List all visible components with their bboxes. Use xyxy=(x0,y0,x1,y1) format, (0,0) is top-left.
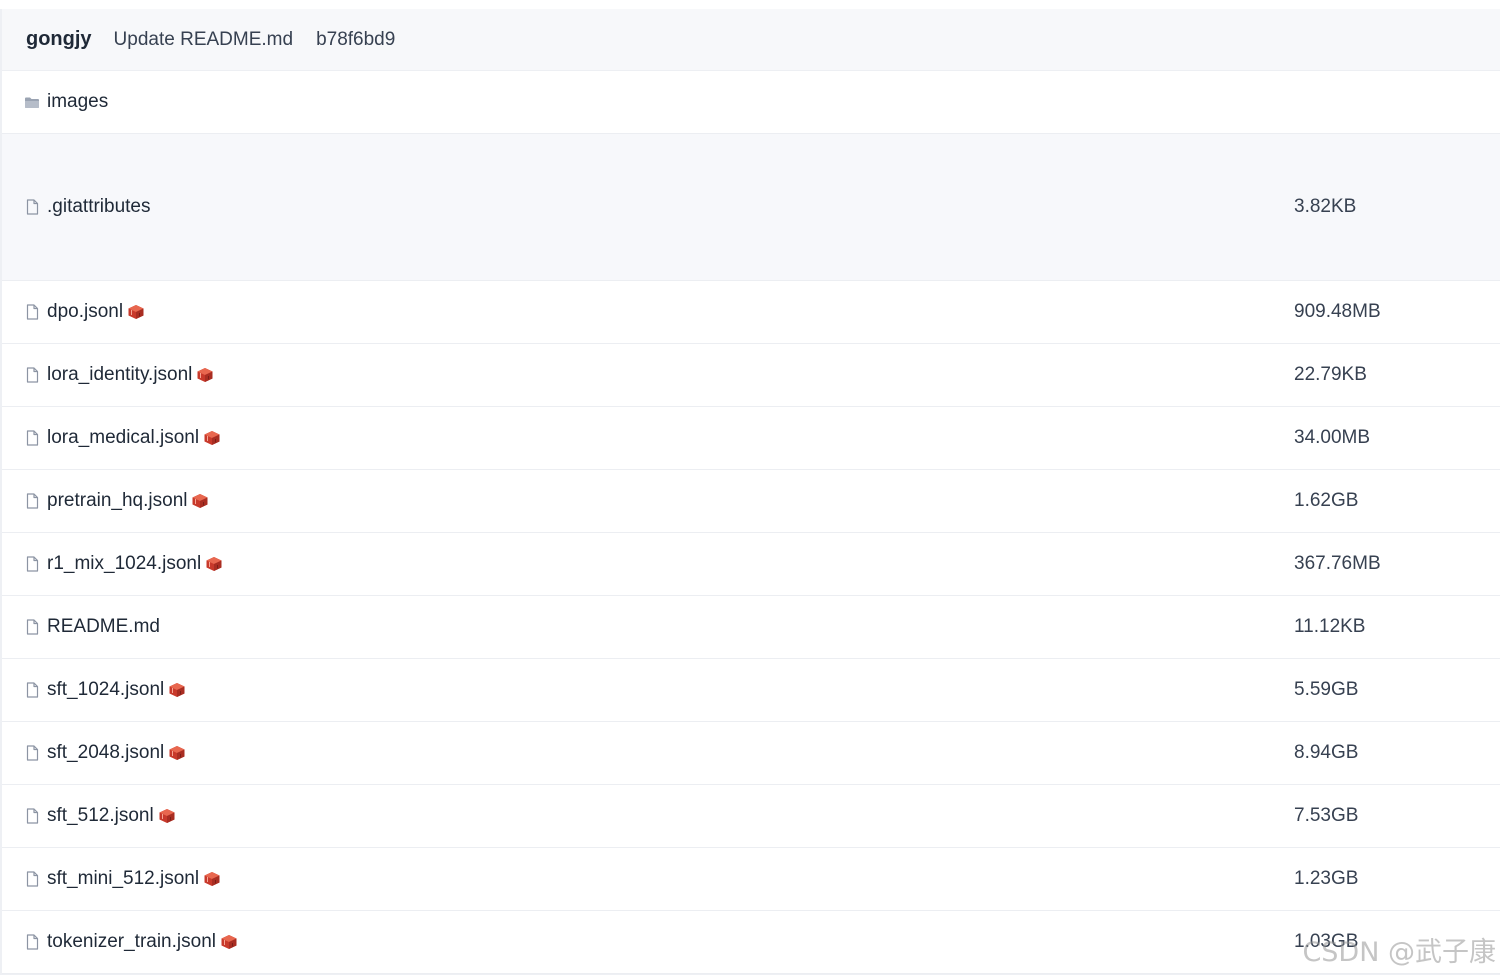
file-name: lora_medical.jsonl xyxy=(47,427,200,448)
file-row[interactable]: tokenizer_train.jsonl 1.03GB xyxy=(2,911,1500,974)
file-icon xyxy=(24,681,40,699)
file-row[interactable]: sft_mini_512.jsonl 1.23GB xyxy=(2,848,1500,911)
file-icon xyxy=(24,870,40,888)
file-size: 909.48MB xyxy=(1294,301,1381,322)
commit-author[interactable]: gongjy xyxy=(26,28,92,51)
lfs-icon xyxy=(168,682,186,698)
file-row[interactable]: lora_medical.jsonl 34.00MB xyxy=(2,407,1500,470)
file-name: README.md xyxy=(47,616,160,637)
watermark: CSDN @武子康 xyxy=(1302,937,1496,968)
file-size: 1.62GB xyxy=(1294,490,1359,511)
file-size: 8.94GB xyxy=(1294,742,1359,763)
lfs-icon xyxy=(191,493,209,509)
file-row[interactable]: sft_1024.jsonl 5.59GB xyxy=(2,659,1500,722)
file-name: sft_mini_512.jsonl xyxy=(47,868,200,889)
file-icon xyxy=(24,807,40,825)
lfs-icon xyxy=(127,304,145,320)
file-size: 1.23GB xyxy=(1294,868,1359,889)
file-name-link[interactable]: pretrain_hq.jsonl xyxy=(47,490,209,512)
lfs-icon xyxy=(203,871,221,887)
folder-row[interactable]: images xyxy=(2,71,1500,134)
file-size: 367.76MB xyxy=(1294,553,1381,574)
file-name-link[interactable]: .gitattributes xyxy=(47,196,151,218)
file-name: sft_1024.jsonl xyxy=(47,679,165,700)
file-name: dpo.jsonl xyxy=(47,301,124,322)
file-name-link[interactable]: README.md xyxy=(47,616,160,638)
file-name-link[interactable]: sft_1024.jsonl xyxy=(47,679,186,701)
file-row[interactable]: dpo.jsonl 909.48MB xyxy=(2,281,1500,344)
file-icon xyxy=(24,303,40,321)
file-browser: gongjy Update README.md b78f6bd9 images.… xyxy=(0,9,1500,975)
commit-message[interactable]: Update README.md xyxy=(114,29,294,51)
latest-commit-bar: gongjy Update README.md b78f6bd9 xyxy=(2,9,1500,71)
lfs-icon xyxy=(205,556,223,572)
file-name-link[interactable]: dpo.jsonl xyxy=(47,301,145,323)
lfs-icon xyxy=(203,430,221,446)
file-row[interactable]: .gitattributes 3.82KB xyxy=(2,134,1500,281)
lfs-icon xyxy=(220,934,238,950)
file-icon xyxy=(24,933,40,951)
file-name: lora_identity.jsonl xyxy=(47,364,193,385)
file-name-link[interactable]: r1_mix_1024.jsonl xyxy=(47,553,223,575)
file-name-link[interactable]: lora_medical.jsonl xyxy=(47,427,221,449)
lfs-icon xyxy=(168,745,186,761)
file-row[interactable]: sft_512.jsonl 7.53GB xyxy=(2,785,1500,848)
file-size: 3.82KB xyxy=(1294,196,1357,217)
file-name-link[interactable]: sft_2048.jsonl xyxy=(47,742,186,764)
file-icon xyxy=(24,744,40,762)
file-icon xyxy=(24,618,40,636)
file-name-link[interactable]: images xyxy=(47,91,108,113)
file-name-link[interactable]: sft_512.jsonl xyxy=(47,805,176,827)
lfs-icon xyxy=(158,808,176,824)
file-name: pretrain_hq.jsonl xyxy=(47,490,188,511)
file-icon xyxy=(24,492,40,510)
file-size: 5.59GB xyxy=(1294,679,1359,700)
file-size: 7.53GB xyxy=(1294,805,1359,826)
file-name: sft_2048.jsonl xyxy=(47,742,165,763)
file-name-link[interactable]: tokenizer_train.jsonl xyxy=(47,931,238,953)
file-size: 11.12KB xyxy=(1294,616,1366,637)
folder-icon xyxy=(24,93,40,111)
file-icon xyxy=(24,198,40,216)
file-name-link[interactable]: sft_mini_512.jsonl xyxy=(47,868,221,890)
file-row[interactable]: lora_identity.jsonl 22.79KB xyxy=(2,344,1500,407)
file-row[interactable]: pretrain_hq.jsonl 1.62GB xyxy=(2,470,1500,533)
file-name: .gitattributes xyxy=(47,196,151,217)
file-name: r1_mix_1024.jsonl xyxy=(47,553,202,574)
file-row[interactable]: README.md 11.12KB xyxy=(2,596,1500,659)
file-row[interactable]: sft_2048.jsonl 8.94GB xyxy=(2,722,1500,785)
file-icon xyxy=(24,555,40,573)
file-name: sft_512.jsonl xyxy=(47,805,154,826)
file-list: images .gitattributes 3.82KB dpo.jsonl 909.4… xyxy=(2,71,1500,974)
file-name-link[interactable]: lora_identity.jsonl xyxy=(47,364,214,386)
file-name: images xyxy=(47,91,109,112)
file-icon xyxy=(24,366,40,384)
file-icon xyxy=(24,429,40,447)
file-size: 22.79KB xyxy=(1294,364,1367,385)
commit-hash[interactable]: b78f6bd9 xyxy=(316,29,395,51)
file-size: 34.00MB xyxy=(1294,427,1371,448)
file-row[interactable]: r1_mix_1024.jsonl 367.76MB xyxy=(2,533,1500,596)
lfs-icon xyxy=(196,367,214,383)
file-name: tokenizer_train.jsonl xyxy=(47,931,216,952)
